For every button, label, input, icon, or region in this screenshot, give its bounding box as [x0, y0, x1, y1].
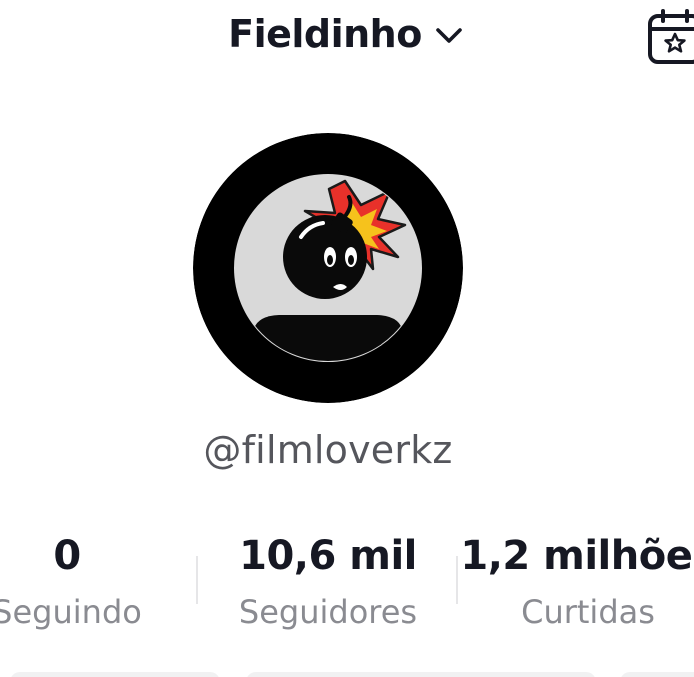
profile-handle: @filmloverkz — [203, 428, 453, 472]
account-switcher[interactable]: Fieldinho — [0, 12, 694, 56]
following-label: Seguindo — [0, 593, 142, 631]
profile-action-button[interactable] — [10, 672, 220, 677]
profile-screen: Fieldinho @filmloverkz 0 Seguindo 10,6 m… — [0, 0, 694, 677]
likes-count: 1,2 milhões — [460, 533, 694, 579]
followers-label: Seguidores — [238, 593, 418, 631]
chevron-down-icon — [436, 28, 462, 43]
avatar[interactable] — [193, 133, 463, 403]
calendar-star-icon[interactable] — [646, 8, 694, 68]
stat-following[interactable]: 0 Seguindo — [0, 530, 197, 632]
stat-likes[interactable]: 1,2 milhões Curtidas — [458, 530, 694, 632]
header-username: Fieldinho — [228, 12, 422, 56]
followers-count: 10,6 mil — [239, 533, 417, 579]
profile-action-button[interactable] — [620, 672, 694, 677]
likes-label: Curtidas — [521, 593, 655, 631]
following-count: 0 — [53, 533, 81, 579]
stat-followers[interactable]: 10,6 mil Seguidores — [198, 530, 458, 632]
profile-action-button[interactable] — [246, 672, 596, 677]
